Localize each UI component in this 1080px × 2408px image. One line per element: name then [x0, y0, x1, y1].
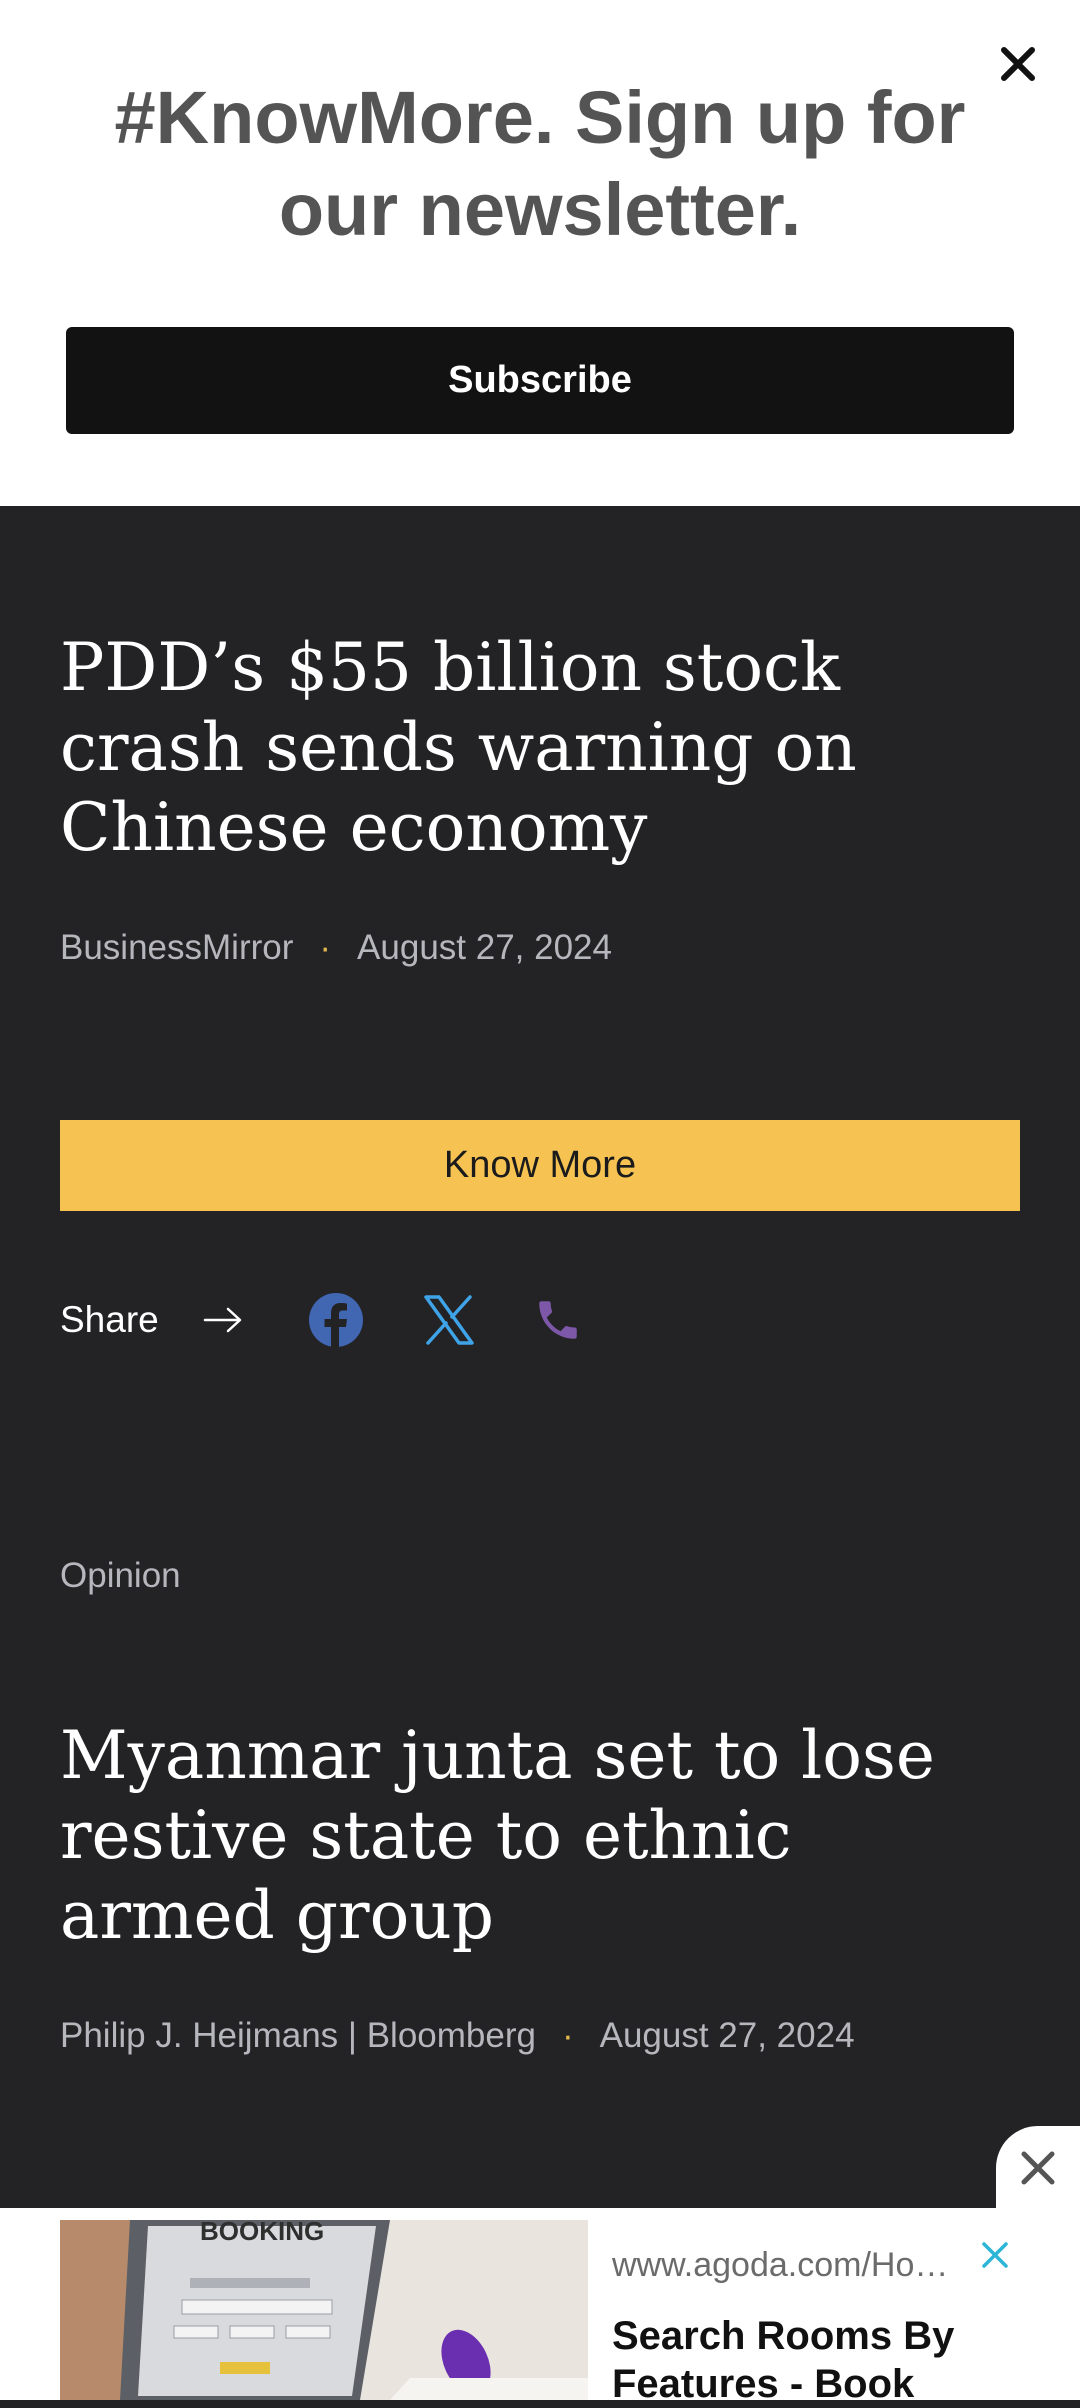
- advertisement[interactable]: BOOKING www.agoda.com/Ho… Search Rooms B…: [0, 2208, 1080, 2406]
- article-headline[interactable]: PDD’s $55 billion stock crash sends warn…: [60, 628, 1020, 868]
- ad-dismiss-icon[interactable]: [996, 2126, 1080, 2210]
- ad-image[interactable]: BOOKING: [60, 2220, 588, 2400]
- article-meta: BusinessMirror · August 27, 2024: [60, 928, 612, 968]
- subscribe-button[interactable]: Subscribe: [66, 327, 1014, 434]
- ad-title[interactable]: Search Rooms By Features - Book: [612, 2312, 1042, 2408]
- know-more-button[interactable]: Know More: [60, 1120, 1020, 1211]
- ad-image-text: BOOKING: [200, 2220, 324, 2246]
- ad-close-icon[interactable]: [972, 2232, 1018, 2278]
- newsletter-banner: #KnowMore. Sign up for our newsletter. S…: [0, 0, 1080, 506]
- article-meta: Philip J. Heijmans | Bloomberg · August 27…: [60, 2016, 855, 2056]
- article-source: BusinessMirror: [60, 928, 294, 967]
- arrow-right-icon: [203, 1305, 243, 1335]
- article-headline[interactable]: Myanmar junta set to lose restive state …: [60, 1716, 1020, 1956]
- meta-separator: ·: [319, 928, 332, 967]
- article-source: Philip J. Heijmans | Bloomberg: [60, 2016, 536, 2055]
- ad-url[interactable]: www.agoda.com/Ho…: [612, 2246, 972, 2285]
- facebook-icon[interactable]: [306, 1290, 366, 1350]
- meta-separator: ·: [561, 2016, 574, 2055]
- newsletter-title: #KnowMore. Sign up for our newsletter.: [114, 76, 966, 251]
- x-twitter-icon[interactable]: [419, 1290, 479, 1350]
- category-label[interactable]: Opinion: [60, 1556, 181, 1596]
- share-label: Share: [60, 1299, 159, 1340]
- article-date: August 27, 2024: [357, 928, 612, 967]
- article-date: August 27, 2024: [599, 2016, 855, 2055]
- share-row: Share: [60, 1290, 243, 1350]
- phone-icon[interactable]: [528, 1290, 588, 1350]
